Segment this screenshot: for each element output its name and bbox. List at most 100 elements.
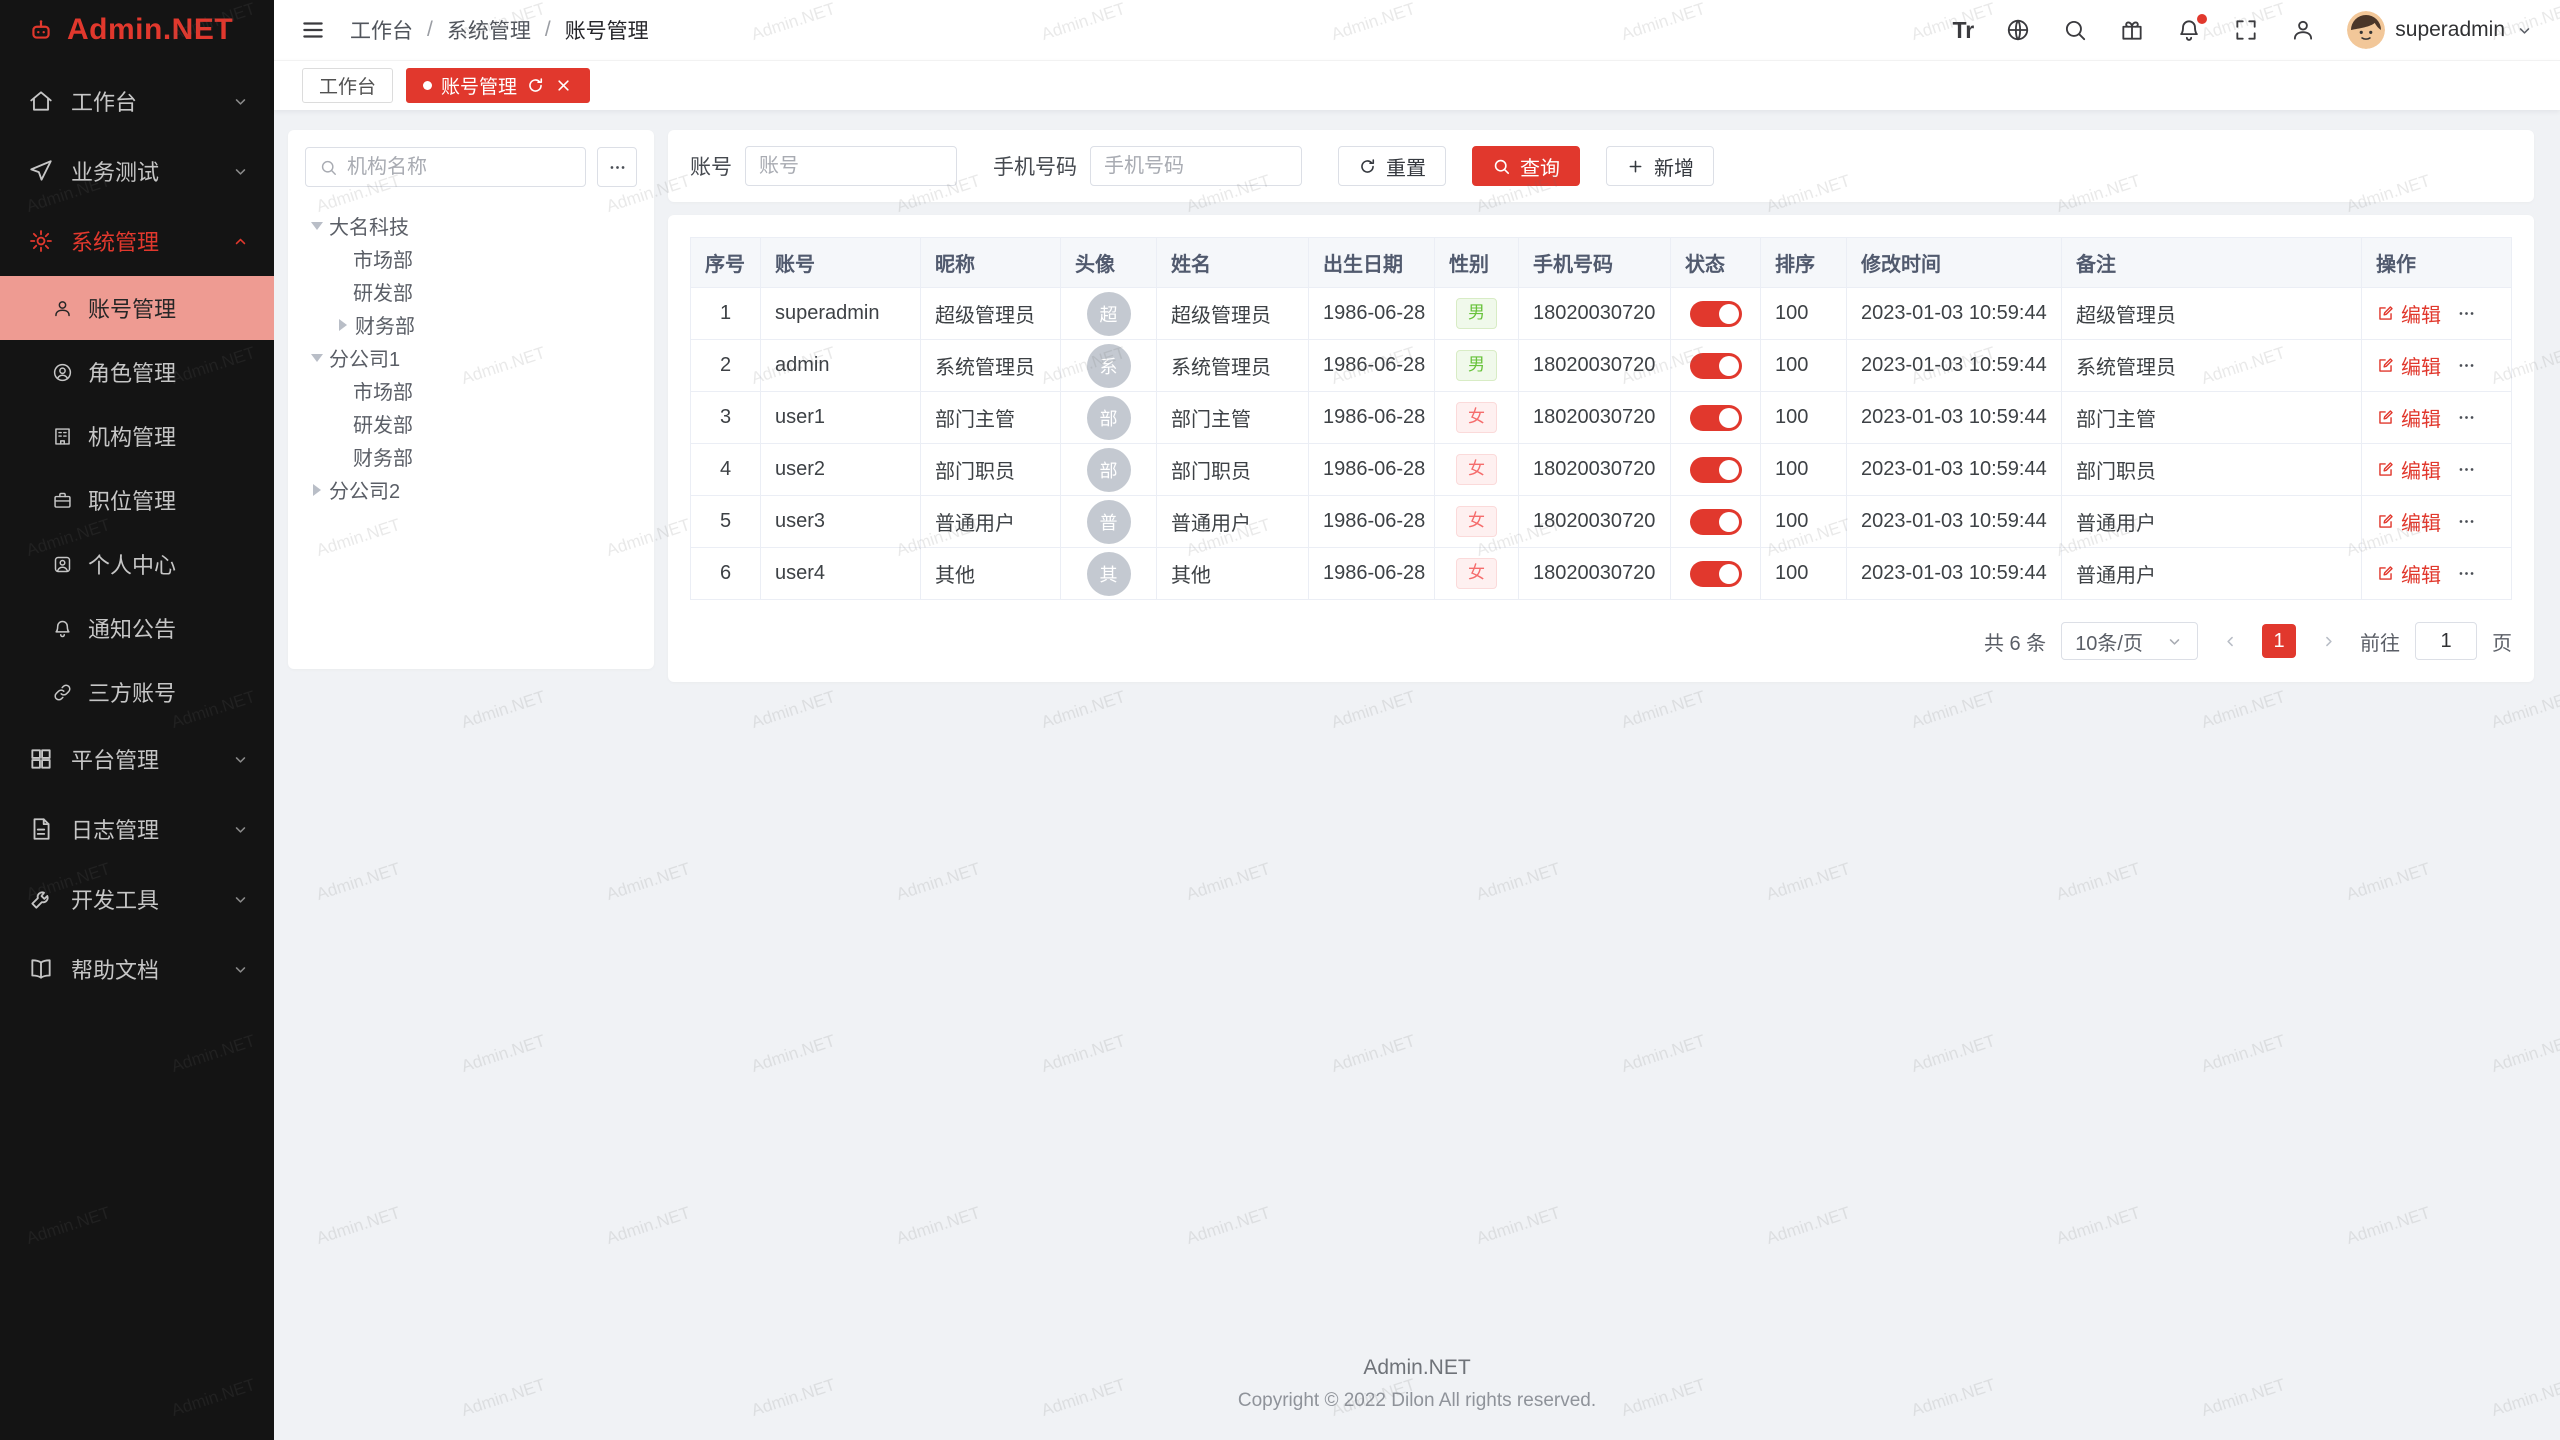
col-order: 排序 [1761, 238, 1847, 288]
status-toggle[interactable] [1690, 301, 1742, 327]
caret-down-icon[interactable] [311, 354, 323, 362]
status-toggle[interactable] [1690, 561, 1742, 587]
org-search-field [305, 147, 586, 187]
tab-label: 账号管理 [441, 72, 517, 99]
tree-node[interactable]: 分公司2 [305, 473, 637, 506]
tree-node[interactable]: 研发部 [305, 407, 637, 440]
search-button[interactable] [2062, 17, 2088, 43]
sidebar-item-label: 个人中心 [88, 548, 176, 580]
cell-account: user1 [761, 392, 921, 444]
chevron-down-icon [231, 92, 250, 111]
sidebar-item-personal-center[interactable]: 个人中心 [0, 532, 274, 596]
notifications-button[interactable] [2176, 17, 2202, 43]
query-button[interactable]: 查询 [1472, 146, 1580, 186]
edit-button[interactable]: 编辑 [2376, 455, 2441, 484]
sidebar-item-log-management[interactable]: 日志管理 [0, 794, 274, 864]
status-toggle[interactable] [1690, 405, 1742, 431]
sidebar: Admin.NET 工作台 业务测试 系统管理 账号管理 [0, 0, 274, 1440]
goto-label: 前往 [2360, 627, 2400, 656]
page-size-value: 10条/页 [2075, 627, 2143, 656]
user-menu[interactable]: superadmin [2347, 11, 2534, 49]
org-more-button[interactable] [597, 147, 637, 187]
caret-right-icon[interactable] [313, 484, 321, 496]
tab-workbench[interactable]: 工作台 [302, 68, 393, 103]
fullscreen-button[interactable] [2233, 17, 2259, 43]
edit-button[interactable]: 编辑 [2376, 559, 2441, 588]
cell-no: 6 [691, 548, 761, 600]
cell-modified-time: 2023-01-03 10:59:44 [1847, 496, 2062, 548]
add-button[interactable]: 新增 [1606, 146, 1714, 186]
caret-down-icon[interactable] [311, 222, 323, 230]
sidebar-item-role-management[interactable]: 角色管理 [0, 340, 274, 404]
tab-account-management[interactable]: 账号管理 [406, 68, 590, 103]
tree-node[interactable]: 研发部 [305, 275, 637, 308]
edit-button-label: 编辑 [2401, 507, 2441, 536]
sidebar-item-position-management[interactable]: 职位管理 [0, 468, 274, 532]
col-account: 账号 [761, 238, 921, 288]
status-toggle[interactable] [1690, 509, 1742, 535]
reset-button[interactable]: 重置 [1338, 146, 1446, 186]
tree-node[interactable]: 财务部 [305, 308, 637, 341]
edit-button[interactable]: 编辑 [2376, 299, 2441, 328]
prev-page-button[interactable] [2213, 624, 2247, 658]
edit-button[interactable]: 编辑 [2376, 403, 2441, 432]
language-button[interactable] [2005, 17, 2031, 43]
more-actions-icon[interactable] [2457, 564, 2476, 583]
gift-button[interactable] [2119, 17, 2145, 43]
account-filter-input[interactable] [759, 155, 943, 178]
chevron-right-icon [2319, 632, 2338, 651]
sidebar-item-notice-announcement[interactable]: 通知公告 [0, 596, 274, 660]
font-size-button[interactable]: Tr [1953, 17, 1975, 44]
sidebar-item-workbench[interactable]: 工作台 [0, 66, 274, 136]
col-birthdate: 出生日期 [1309, 238, 1435, 288]
col-remark: 备注 [2062, 238, 2362, 288]
page-number-button[interactable]: 1 [2262, 624, 2296, 658]
sidebar-item-system-management[interactable]: 系统管理 [0, 206, 274, 276]
table-row: 5 user3 普通用户 普 普通用户 1986-06-28 女 1802003… [691, 496, 2512, 548]
status-toggle[interactable] [1690, 353, 1742, 379]
cell-birthdate: 1986-06-28 [1309, 340, 1435, 392]
collapse-menu-button[interactable] [300, 17, 326, 43]
tree-node[interactable]: 大名科技 [305, 209, 637, 242]
sidebar-item-account-management[interactable]: 账号管理 [0, 276, 274, 340]
cell-order: 100 [1761, 444, 1847, 496]
refresh-icon[interactable] [526, 76, 545, 95]
more-actions-icon[interactable] [2457, 408, 2476, 427]
sidebar-item-help-docs[interactable]: 帮助文档 [0, 934, 274, 1004]
more-actions-icon[interactable] [2457, 460, 2476, 479]
tab-label: 工作台 [319, 72, 376, 99]
cell-modified-time: 2023-01-03 10:59:44 [1847, 288, 2062, 340]
phone-filter-label: 手机号码 [993, 151, 1077, 181]
tree-node[interactable]: 财务部 [305, 440, 637, 473]
phone-filter-input[interactable] [1104, 155, 1288, 178]
edit-button[interactable]: 编辑 [2376, 351, 2441, 380]
edit-button[interactable]: 编辑 [2376, 507, 2441, 536]
app-logo[interactable]: Admin.NET [0, 0, 274, 60]
breadcrumb-item-workbench[interactable]: 工作台 [350, 15, 413, 45]
tree-node-label: 市场部 [353, 376, 413, 405]
profile-settings-button[interactable] [2290, 17, 2316, 43]
building-icon [52, 426, 73, 447]
close-icon[interactable] [554, 76, 573, 95]
goto-page-input[interactable] [2415, 622, 2477, 660]
page-size-select[interactable]: 10条/页 [2061, 622, 2198, 660]
sidebar-item-org-management[interactable]: 机构管理 [0, 404, 274, 468]
tree-node[interactable]: 分公司1 [305, 341, 637, 374]
more-actions-icon[interactable] [2457, 512, 2476, 531]
tree-node[interactable]: 市场部 [305, 374, 637, 407]
next-page-button[interactable] [2311, 624, 2345, 658]
more-actions-icon[interactable] [2457, 356, 2476, 375]
tree-node[interactable]: 市场部 [305, 242, 637, 275]
sidebar-item-business-test[interactable]: 业务测试 [0, 136, 274, 206]
breadcrumb-item-system-management[interactable]: 系统管理 [447, 15, 531, 45]
sidebar-item-platform-management[interactable]: 平台管理 [0, 724, 274, 794]
more-actions-icon[interactable] [2457, 304, 2476, 323]
sidebar-item-dev-tools[interactable]: 开发工具 [0, 864, 274, 934]
caret-right-icon[interactable] [339, 319, 347, 331]
status-toggle[interactable] [1690, 457, 1742, 483]
account-filter-label: 账号 [690, 151, 732, 181]
sidebar-item-third-party-account[interactable]: 三方账号 [0, 660, 274, 724]
edit-button-label: 编辑 [2401, 455, 2441, 484]
person-circle-icon [52, 554, 73, 575]
org-search-input[interactable] [347, 156, 572, 179]
